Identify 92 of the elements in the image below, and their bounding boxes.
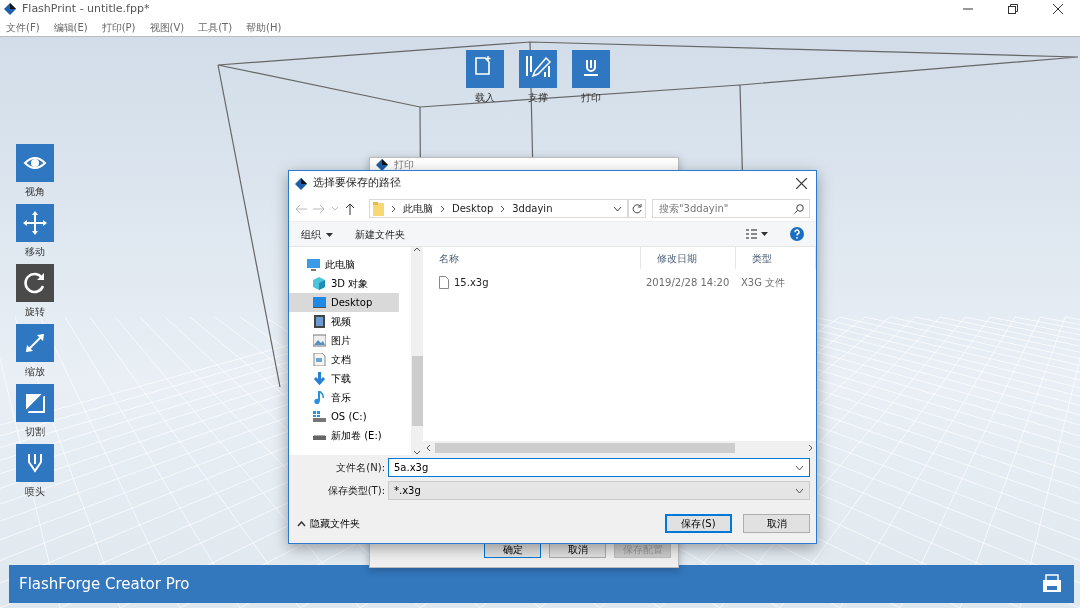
tool-button[interactable] <box>572 50 610 88</box>
folder-icon <box>373 201 384 216</box>
nav-item[interactable]: 图片 <box>289 331 399 350</box>
scroll-up-icon <box>413 247 422 252</box>
tool-button[interactable] <box>16 204 54 242</box>
tool-label: 切割 <box>25 425 45 439</box>
nav-item[interactable]: 新加卷 (E:) <box>289 426 399 445</box>
close-icon[interactable] <box>1052 4 1063 14</box>
film-icon <box>313 315 326 328</box>
scroll-down-icon <box>413 450 422 455</box>
field-label: 保存类型(T): <box>326 484 385 498</box>
tool-button[interactable] <box>16 324 54 362</box>
dialog-title: 打印 <box>394 158 414 172</box>
dialog-button[interactable]: 取消 <box>743 514 810 533</box>
tool-label: 旋转 <box>25 305 45 319</box>
column-header[interactable]: 类型 <box>736 247 816 269</box>
nav-item[interactable]: 视频 <box>289 312 399 331</box>
cube-icon <box>313 277 326 290</box>
address-bar[interactable]: 此电脑 Desktop 3ddayin <box>369 199 628 218</box>
desktop-icon <box>313 296 326 309</box>
app-logo-icon <box>295 177 307 190</box>
chevron-right-icon <box>500 204 506 213</box>
nav-item[interactable]: 此电脑 <box>289 255 399 274</box>
menu-item[interactable]: 视图(V) <box>149 19 185 35</box>
breadcrumb-item[interactable]: 此电脑 <box>403 201 433 216</box>
up-arrow-icon[interactable] <box>345 202 355 215</box>
chevron-right-icon <box>440 204 445 213</box>
view-options-icon[interactable] <box>746 229 768 239</box>
nav-item[interactable]: 音乐 <box>289 388 399 407</box>
tool-button[interactable] <box>16 384 54 422</box>
column-header[interactable]: 名称 <box>423 247 641 269</box>
tool-button[interactable] <box>519 50 557 88</box>
tool-label: 视角 <box>25 185 45 199</box>
music-note-icon <box>313 391 326 404</box>
nav-item[interactable]: 下载 <box>289 369 399 388</box>
file-date: 2019/2/28 14:20 <box>645 275 731 290</box>
chevron-right-icon <box>391 204 396 213</box>
nav-item[interactable]: 文档 <box>289 350 399 369</box>
app-logo-icon <box>376 158 388 171</box>
image-icon <box>313 334 326 347</box>
chevron-up-icon <box>297 520 306 527</box>
tool-button[interactable] <box>16 264 54 302</box>
dialog-title: 选择要保存的路径 <box>313 175 401 192</box>
menu-item[interactable]: 编辑(E) <box>53 19 88 35</box>
document-icon <box>313 353 326 366</box>
field-label: 文件名(N): <box>335 461 385 475</box>
search-field[interactable]: 搜索"3ddayin" <box>652 199 810 218</box>
chevron-down-icon <box>795 464 804 471</box>
chevron-down-icon[interactable] <box>613 205 622 212</box>
scrollbar[interactable] <box>411 247 423 455</box>
nav-item[interactable]: OS (C:) <box>289 407 399 426</box>
hide-folders-toggle[interactable]: 隐藏文件夹 <box>297 516 360 531</box>
organize-menu[interactable]: 组织 <box>301 226 333 242</box>
window-title: FlashPrint - untitle.fpp* <box>22 0 150 17</box>
nav-item[interactable]: Desktop <box>289 293 399 312</box>
refresh-button[interactable] <box>628 199 646 218</box>
menu-item[interactable]: 文件(F) <box>6 19 40 35</box>
search-icon <box>794 203 804 214</box>
menu-item[interactable]: 打印(P) <box>101 19 136 35</box>
new-folder-button[interactable]: 新建文件夹 <box>355 226 405 242</box>
tool-label: 喷头 <box>25 485 45 499</box>
menu-item[interactable]: 帮助(H) <box>246 19 282 35</box>
menu-item[interactable]: 工具(T) <box>198 19 233 35</box>
close-icon[interactable] <box>795 178 807 189</box>
tool-button[interactable] <box>16 444 54 482</box>
download-icon <box>313 372 326 385</box>
filetype-dropdown[interactable]: *.x3g <box>388 481 810 500</box>
scroll-right-icon <box>808 444 813 452</box>
help-icon[interactable] <box>790 227 804 241</box>
file-icon <box>439 275 449 289</box>
scroll-left-icon <box>426 444 431 452</box>
breadcrumb-item[interactable]: 3ddayin <box>512 201 553 216</box>
chevron-down-icon <box>795 487 804 494</box>
restore-icon[interactable] <box>1007 4 1018 14</box>
tool-button[interactable] <box>16 144 54 182</box>
file-name[interactable]: 15.x3g <box>454 274 489 290</box>
filename-field[interactable]: 5a.x3g <box>388 458 810 477</box>
refresh-icon <box>632 203 642 214</box>
drive-icon <box>313 410 326 423</box>
app-logo-icon <box>4 3 16 15</box>
dialog-button[interactable]: 保存(S) <box>665 514 732 533</box>
file-type: X3G 文件 <box>740 275 786 290</box>
computer-icon <box>307 258 320 271</box>
breadcrumb-item[interactable]: Desktop <box>452 201 494 216</box>
tool-label: 缩放 <box>25 365 45 379</box>
tool-label: 载入 <box>475 91 495 105</box>
column-header[interactable]: 修改日期 <box>641 247 736 269</box>
tool-label: 移动 <box>25 245 45 259</box>
printer-name: FlashForge Creator Pro <box>19 573 190 595</box>
scrollbar[interactable] <box>423 441 816 455</box>
caret-icon <box>326 232 333 237</box>
nav-item[interactable]: 3D 对象 <box>289 274 399 293</box>
